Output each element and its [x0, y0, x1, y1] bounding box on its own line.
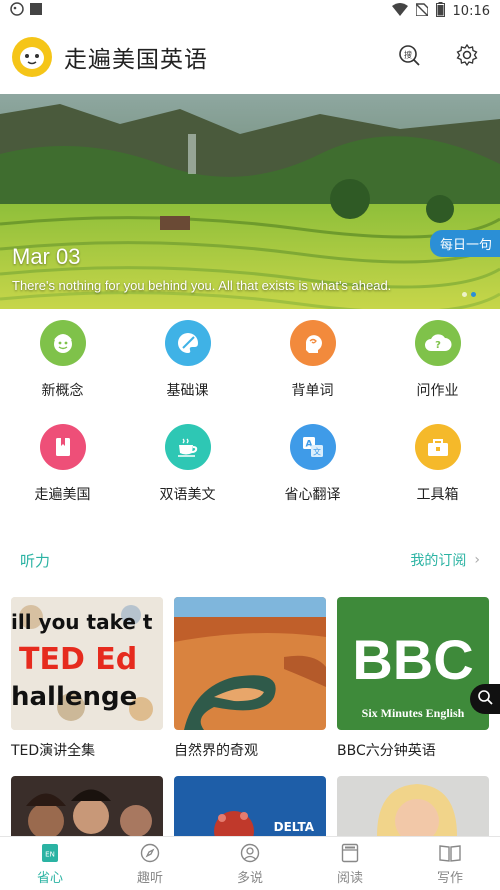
carousel-dots [462, 292, 476, 297]
status-time: 10:16 [452, 3, 490, 19]
svg-text:hallenge: hallenge [11, 682, 137, 712]
app-logo [12, 37, 52, 77]
svg-text:BBC: BBC [352, 628, 473, 691]
svg-text:文: 文 [313, 447, 321, 457]
feature-label: 走遍美国 [34, 487, 91, 503]
feature-translate[interactable]: A文 省心翻译 [250, 424, 375, 504]
card-thumbnail: BBC Six Minutes English [337, 597, 489, 730]
card-thumbnail: ill you take t TED Ed hallenge [11, 597, 163, 730]
en-book-icon: EN [39, 842, 61, 864]
floating-search-button[interactable] [470, 684, 500, 714]
face-icon [39, 320, 86, 366]
feature-label: 工具箱 [416, 487, 459, 503]
card-thumbnail [174, 597, 326, 730]
gamepad-icon [10, 2, 24, 20]
feature-label: 新概念 [41, 383, 84, 399]
listening-section-header: 听力 我的订阅 › [0, 546, 500, 574]
nav-label: 写作 [436, 870, 463, 886]
feature-new-concept[interactable]: 新概念 [0, 320, 125, 400]
search-icon [477, 689, 493, 709]
svg-text:搜: 搜 [404, 50, 412, 60]
nav-tab-read[interactable]: 阅读 [300, 837, 400, 890]
banner-landscape-image [0, 94, 500, 309]
translate-icon: A文 [289, 424, 336, 470]
card-thumbnail: DELTA [174, 776, 326, 836]
feature-vocabulary[interactable]: 背单词 [250, 320, 375, 400]
feature-grid: 新概念 基础课 背单词 ? 问作业 走遍美国 双语美文 A文 省心翻译 工具箱 [0, 320, 500, 504]
card-title: TED演讲全集 [11, 743, 96, 759]
banner-date: Mar 03 [12, 244, 81, 269]
card-title: 自然界的奇观 [174, 743, 258, 759]
feature-label: 基础课 [166, 383, 209, 399]
card-thumbnail [337, 776, 489, 836]
nav-label: 省心 [36, 870, 63, 886]
no-sim-icon [414, 2, 429, 20]
daily-sentence-badge[interactable]: 每日一句 [429, 230, 500, 257]
feature-bilingual[interactable]: 双语美文 [125, 424, 250, 504]
nav-tab-listen[interactable]: 趣听 [100, 837, 200, 890]
listening-cards: ill you take t TED Ed hallenge TED演讲全集 自… [11, 597, 489, 836]
banner-quote: There's nothing for you behind you. All … [12, 278, 392, 293]
feature-label: 省心翻译 [284, 487, 341, 503]
coffee-icon [164, 424, 211, 470]
palette-icon [164, 320, 211, 366]
brain-icon [289, 320, 336, 366]
card-ted[interactable]: ill you take t TED Ed hallenge TED演讲全集 [11, 597, 163, 760]
nav-tab-speak[interactable]: 多说 [200, 837, 300, 890]
question-cloud-icon: ? [414, 320, 461, 366]
feature-basic-course[interactable]: 基础课 [125, 320, 250, 400]
feature-toolbox[interactable]: 工具箱 [375, 424, 500, 504]
feature-homework[interactable]: ? 问作业 [375, 320, 500, 400]
card-thumbnail [11, 776, 163, 836]
book-icon [39, 424, 86, 470]
nav-tab-write[interactable]: 写作 [400, 837, 500, 890]
card-delta[interactable]: DELTA [174, 776, 326, 836]
wifi-icon [391, 2, 408, 20]
settings-gear-icon[interactable] [456, 43, 478, 70]
feature-label: 背单词 [291, 383, 334, 399]
chevron-right-icon: › [474, 552, 480, 568]
feature-label: 问作业 [416, 383, 459, 399]
person-icon [239, 842, 261, 864]
card-bbc[interactable]: BBC Six Minutes English BBC六分钟英语 [337, 597, 489, 760]
status-bar: 10:16 [0, 0, 500, 22]
nav-tab-shengxin[interactable]: EN 省心 [0, 837, 100, 890]
my-subscriptions-link[interactable]: 我的订阅 › [410, 550, 480, 570]
search-icon[interactable]: 搜 [398, 44, 420, 70]
svg-text:TED Ed: TED Ed [19, 642, 137, 677]
reader-icon [339, 842, 361, 864]
card-nature[interactable]: 自然界的奇观 [174, 597, 326, 760]
svg-text:EN: EN [45, 850, 55, 858]
svg-text:ill you take t: ill you take t [11, 610, 153, 634]
my-subscriptions-label: 我的订阅 [410, 553, 467, 569]
card-portrait[interactable] [337, 776, 489, 836]
feature-label: 双语美文 [159, 487, 216, 503]
card-drama[interactable] [11, 776, 163, 836]
svg-text:Six Minutes English: Six Minutes English [362, 706, 465, 720]
daily-banner[interactable]: Mar 03 There's nothing for you behind yo… [0, 94, 500, 309]
app-title: 走遍美国英语 [64, 47, 208, 73]
notification-square-icon [30, 3, 42, 19]
nav-label: 多说 [236, 870, 263, 886]
bottom-navigation: EN 省心 趣听 多说 阅读 写作 [0, 836, 500, 890]
app-header: 走遍美国英语 搜 [0, 22, 500, 92]
carousel-dot [462, 292, 467, 297]
battery-icon [435, 1, 445, 21]
svg-text:?: ? [435, 340, 441, 351]
carousel-dot-active [471, 292, 476, 297]
compass-icon [139, 842, 161, 864]
feature-walk-america[interactable]: 走遍美国 [0, 424, 125, 504]
open-book-icon [439, 842, 461, 864]
nav-label: 阅读 [336, 870, 363, 886]
section-title: 听力 [20, 551, 51, 570]
svg-text:DELTA: DELTA [274, 820, 315, 834]
toolbox-icon [414, 424, 461, 470]
card-title: BBC六分钟英语 [337, 743, 436, 759]
nav-label: 趣听 [136, 870, 163, 886]
